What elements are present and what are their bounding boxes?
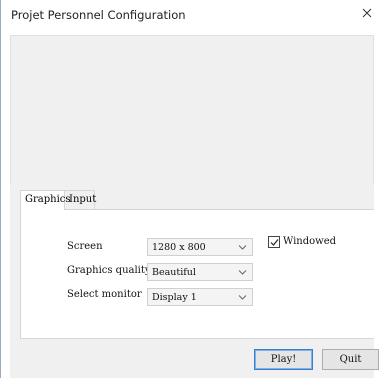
graphics-quality-label: Graphics quality: [67, 265, 151, 276]
checkmark-icon: [270, 239, 279, 246]
config-window: Projet Personnel Configuration Graphics …: [0, 0, 384, 378]
monitor-select[interactable]: Display 1: [147, 288, 253, 306]
screen-label: Screen: [67, 241, 103, 252]
chevron-down-icon: [238, 269, 247, 276]
windowed-checkbox[interactable]: [268, 236, 280, 248]
tab-graphics[interactable]: Graphics: [20, 190, 71, 210]
quit-button[interactable]: Quit: [322, 349, 379, 370]
graphics-quality-select[interactable]: Beautiful: [147, 263, 253, 281]
play-button[interactable]: Play!: [254, 349, 313, 370]
select-monitor-label: Select monitor: [67, 289, 142, 300]
chevron-down-icon: [238, 244, 247, 251]
screen-resolution-value: 1280 x 800: [152, 242, 206, 253]
graphics-quality-value: Beautiful: [152, 267, 196, 278]
close-icon[interactable]: [360, 6, 374, 20]
window-border: [0, 0, 1, 378]
monitor-value: Display 1: [152, 292, 197, 303]
banner-image: [10, 35, 374, 185]
window-title: Projet Personnel Configuration: [11, 8, 186, 22]
chevron-down-icon: [238, 294, 247, 301]
windowed-label: Windowed: [283, 236, 337, 247]
screen-resolution-select[interactable]: 1280 x 800: [147, 238, 253, 256]
